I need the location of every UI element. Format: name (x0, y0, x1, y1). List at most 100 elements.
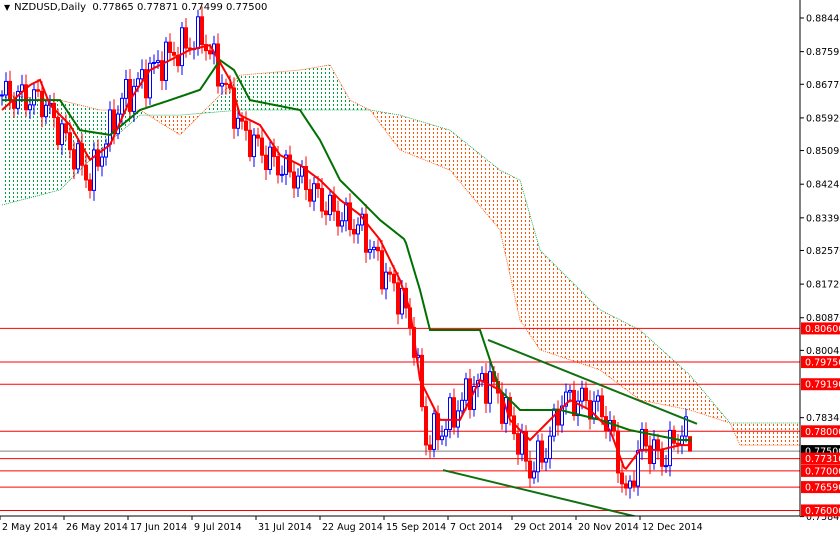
cloud-bearish (542, 252, 544, 352)
cloud-bearish (192, 113, 194, 123)
chart-window[interactable]: 0.88445 0.87595 0.86770 0.85920 0.85095 0.842… (0, 0, 840, 536)
cloud-bearish (780, 422, 782, 446)
cloud-bearish (782, 422, 784, 446)
cloud-bearish (640, 330, 642, 401)
cloud-bearish (500, 170, 502, 239)
cloud-bearish (406, 116, 408, 154)
cloud-bullish (258, 73, 260, 111)
cloud-bearish (608, 313, 610, 378)
time-tick-label: 7 Oct 2014 (450, 522, 503, 533)
candle-bullish (100, 156, 104, 167)
cloud-bullish (22, 96, 24, 200)
cloud-bearish (550, 260, 552, 354)
cloud-bullish (88, 107, 90, 162)
candle-bearish (64, 123, 68, 134)
candle-bullish (280, 173, 284, 176)
cloud-bearish (738, 422, 740, 446)
cloud-bearish (484, 157, 486, 214)
candle-bearish (84, 164, 88, 181)
candle-bullish (636, 450, 640, 487)
cloud-bearish (638, 329, 640, 401)
candle-bearish (648, 445, 652, 464)
cloud-bearish (796, 422, 798, 446)
candle-bullish (488, 371, 492, 404)
cloud-bullish (254, 73, 256, 111)
level-label: 0.76590 (805, 483, 840, 494)
price-chart[interactable]: 0.88445 0.87595 0.86770 0.85920 0.85095 0.842… (0, 0, 840, 536)
cloud-bearish (452, 131, 454, 175)
cloud-bearish (460, 138, 462, 185)
cloud-bearish (506, 173, 508, 266)
cloud-bullish (220, 93, 222, 112)
cloud-bearish (692, 377, 694, 412)
candle-bearish (396, 282, 400, 315)
cloud-bearish (654, 342, 656, 404)
cloud-bullish (296, 70, 298, 111)
candle-bearish (40, 90, 44, 118)
candle-bearish (308, 189, 312, 202)
candle-bearish (68, 132, 72, 151)
cloud-bearish (508, 174, 510, 276)
candle-bearish (600, 395, 604, 418)
candle-bearish (392, 273, 396, 284)
dropdown-triangle-icon[interactable]: ▼ (4, 3, 10, 12)
candle-bearish (264, 154, 268, 171)
cloud-bearish (172, 115, 174, 132)
cloud-bearish (380, 111, 382, 126)
cloud-bearish (462, 139, 464, 187)
cloud-bearish (790, 422, 792, 446)
cloud-bullish (322, 65, 324, 111)
cloud-bearish (162, 115, 164, 125)
candle-bullish (4, 80, 8, 96)
candle-bullish (156, 60, 160, 63)
candle-bullish (268, 146, 272, 171)
chart-title: ▼ NZDUSD,Daily 0.77865 0.77871 0.77499 0.… (4, 2, 267, 13)
price-tick-label: 0.86770 (806, 80, 840, 91)
cloud-bearish (606, 312, 608, 376)
cloud-bearish (736, 422, 738, 441)
cloud-bearish (746, 422, 748, 446)
candle-bullish (32, 89, 36, 106)
cloud-bullish (260, 73, 262, 111)
cloud-bearish (688, 373, 690, 410)
cloud-bearish (740, 422, 742, 446)
candle-bullish (372, 246, 376, 251)
cloud-bearish (422, 121, 424, 160)
candle-bearish (676, 442, 680, 445)
cloud-bearish (520, 180, 522, 324)
cloud-bullish (352, 101, 354, 111)
cloud-bearish (568, 277, 570, 360)
cloud-bearish (512, 176, 514, 294)
cloud-bearish (536, 236, 538, 347)
candle-bullish (552, 408, 556, 437)
cloud-bearish (730, 422, 732, 428)
cloud-bearish (540, 250, 542, 351)
candle-bullish (296, 175, 300, 189)
cloud-bullish (324, 65, 326, 111)
candle-bearish (184, 27, 188, 49)
cloud-bearish (668, 355, 670, 406)
cloud-bearish (630, 324, 632, 395)
candle-bearish (256, 134, 260, 139)
cloud-bearish (544, 254, 546, 352)
cloud-bearish (680, 366, 682, 409)
candle-bullish (76, 143, 80, 170)
cloud-bearish (614, 316, 616, 383)
cloud-bearish (620, 319, 622, 387)
candle-bearish (172, 51, 176, 56)
candle-bullish (664, 465, 668, 468)
cloud-bullish (4, 95, 6, 205)
candle-bullish (28, 104, 32, 111)
cloud-bearish (768, 422, 770, 446)
cloud-bearish (488, 160, 490, 218)
cloud-bearish (616, 317, 618, 384)
cloud-bearish (182, 114, 184, 133)
cloud-bearish (166, 115, 168, 128)
cloud-bearish (710, 399, 712, 418)
cloud-bearish (178, 115, 180, 135)
cloud-bearish (648, 337, 650, 403)
candle-bearish (36, 89, 40, 92)
cloud-bearish (388, 113, 390, 137)
candle-bearish (428, 444, 432, 450)
cloud-bearish (646, 335, 648, 402)
